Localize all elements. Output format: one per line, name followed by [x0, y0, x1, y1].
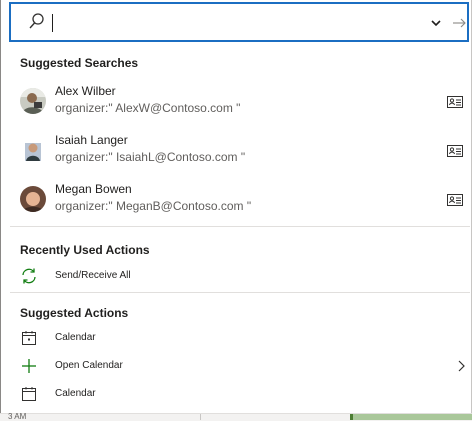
- search-query: organizer:" IsaiahL@Contoso.com ": [55, 150, 246, 164]
- avatar: [20, 137, 46, 163]
- window-left-border: [0, 0, 1, 420]
- sync-icon: [22, 268, 36, 284]
- person-name: Alex Wilber: [55, 84, 116, 98]
- calendar-day-icon: [22, 331, 36, 345]
- suggested-search-item[interactable]: Megan Bowen organizer:" MeganB@Contoso.c…: [20, 182, 470, 222]
- search-box[interactable]: [9, 2, 469, 42]
- contact-card-icon[interactable]: [447, 145, 463, 157]
- action-calendar-2[interactable]: Calendar: [20, 382, 470, 408]
- action-send-receive-all[interactable]: Send/Receive All: [20, 264, 470, 290]
- avatar: [20, 186, 46, 212]
- section-title-suggested-searches: Suggested Searches: [20, 56, 139, 70]
- calendar-icon: [22, 387, 36, 401]
- chevron-right-icon[interactable]: [456, 360, 466, 372]
- calendar-event[interactable]: [350, 414, 472, 420]
- search-query: organizer:" AlexW@Contoso.com ": [55, 101, 241, 115]
- action-open-calendar[interactable]: Open Calendar: [20, 354, 470, 380]
- plus-icon: [22, 359, 36, 373]
- chevron-down-icon[interactable]: [429, 16, 443, 30]
- search-icon: [29, 13, 44, 29]
- action-label: Open Calendar: [55, 360, 123, 371]
- person-name: Isaiah Langer: [55, 133, 128, 147]
- action-label: Send/Receive All: [55, 270, 131, 281]
- search-input[interactable]: [52, 14, 53, 32]
- action-label: Calendar: [55, 332, 96, 343]
- person-name: Megan Bowen: [55, 182, 132, 196]
- contact-card-icon[interactable]: [447, 96, 463, 108]
- search-query: organizer:" MeganB@Contoso.com ": [55, 199, 252, 213]
- suggested-search-item[interactable]: Isaiah Langer organizer:" IsaiahL@Contos…: [20, 133, 470, 173]
- action-calendar[interactable]: Calendar: [20, 326, 470, 352]
- avatar: [20, 88, 46, 114]
- suggested-search-item[interactable]: Alex Wilber organizer:" AlexW@Contoso.co…: [20, 84, 470, 124]
- divider: [10, 292, 470, 293]
- arrow-right-icon[interactable]: [452, 16, 466, 30]
- contact-card-icon[interactable]: [447, 194, 463, 206]
- divider: [10, 226, 470, 227]
- calendar-column-divider: [200, 414, 201, 420]
- section-title-suggested-actions: Suggested Actions: [20, 306, 129, 320]
- calendar-event-marker: [350, 414, 353, 420]
- section-title-recently-used-actions: Recently Used Actions: [20, 243, 150, 257]
- action-label: Calendar: [55, 388, 96, 399]
